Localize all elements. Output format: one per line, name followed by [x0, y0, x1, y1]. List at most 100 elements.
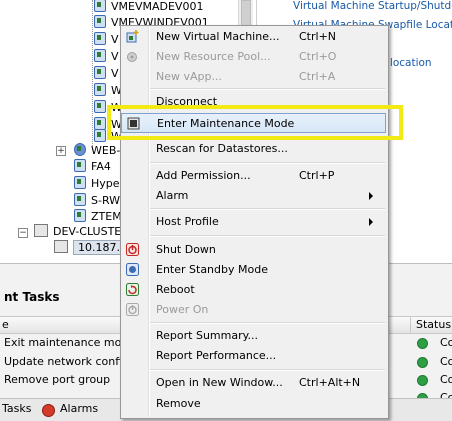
menu-item-new-virtual-machine[interactable]: New Virtual Machine... Ctrl+N [121, 27, 386, 47]
tree-item-label: FA4 [91, 160, 111, 173]
menu-item-add-permission[interactable]: Add Permission... Ctrl+P [121, 166, 386, 186]
menu-item-report-performance[interactable]: Report Performance... [121, 346, 386, 366]
menu-item-shortcut: Ctrl+Alt+N [299, 376, 361, 389]
menu-item-label: Power On [156, 303, 209, 316]
highlight-box [107, 105, 403, 140]
menu-item-label: Alarm [156, 189, 189, 202]
tree-item-label: S-RW [91, 194, 121, 207]
menu-separator [150, 369, 385, 371]
menu-item-shortcut: Ctrl+N [299, 30, 337, 43]
tree-item-vm[interactable]: FA4 [74, 158, 111, 176]
tree-item-vm[interactable]: W [94, 82, 122, 100]
standby-icon [126, 263, 139, 276]
tree-item-label: Hype [91, 177, 120, 190]
task-status: Co [440, 355, 452, 368]
completed-icon [417, 338, 428, 349]
menu-item-label: New Resource Pool... [156, 50, 271, 63]
tree-item-vm[interactable]: V [94, 65, 119, 83]
vm-icon [74, 159, 86, 172]
menu-item-enter-standby-mode[interactable]: Enter Standby Mode [121, 260, 386, 280]
vm-icon [74, 209, 86, 222]
completed-icon [417, 357, 428, 368]
menu-item-host-profile[interactable]: Host Profile [121, 212, 386, 232]
menu-item-remove[interactable]: Remove [121, 394, 386, 414]
menu-item-label: Add Permission... [156, 169, 251, 182]
menu-separator [150, 322, 385, 324]
menu-item-alarm[interactable]: Alarm [121, 186, 386, 206]
menu-item-label: Reboot [156, 283, 195, 296]
vm-icon [94, 100, 106, 113]
menu-separator [150, 235, 385, 237]
menu-item-label: Enter Standby Mode [156, 263, 268, 276]
reboot-icon [126, 283, 139, 296]
task-name: Remove port group [4, 373, 111, 386]
tree-item-label: V [111, 33, 119, 46]
vm-icon [94, 0, 106, 12]
recent-tasks-title: nt Tasks [4, 290, 60, 304]
tree-item-label: DEV-CLUSTE [53, 225, 122, 238]
vm-icon [94, 129, 106, 142]
globe-icon [74, 143, 86, 156]
column-divider [410, 317, 411, 333]
menu-item-shortcut: Ctrl+A [299, 70, 336, 83]
submenu-arrow-icon [369, 218, 373, 226]
power-on-icon [126, 303, 139, 316]
tree-item-label: V [111, 67, 119, 80]
tree-item-vm[interactable]: V [94, 31, 119, 49]
host-icon [54, 240, 68, 253]
new-vm-icon [126, 30, 139, 43]
column-header-name[interactable]: e [2, 318, 9, 331]
menu-item-reboot[interactable]: Reboot [121, 280, 386, 300]
menu-item-shortcut: Ctrl+O [299, 50, 337, 63]
menu-item-label: New Virtual Machine... [156, 30, 280, 43]
allocation-link[interactable]: llocation [387, 57, 432, 69]
menu-item-shut-down[interactable]: Shut Down [121, 240, 386, 260]
menu-item-new-resource-pool[interactable]: New Resource Pool... Ctrl+O [121, 47, 386, 67]
vm-icon [94, 49, 106, 62]
menu-item-label: Report Summary... [156, 329, 259, 342]
menu-item-label: Shut Down [156, 243, 216, 256]
column-header-status[interactable]: Status [416, 318, 451, 331]
task-name: Update network config [4, 355, 130, 368]
vm-icon [94, 66, 106, 79]
tab-tasks[interactable]: Tasks [2, 402, 31, 415]
startup-shutdown-link[interactable]: Virtual Machine Startup/Shutdow [293, 0, 452, 12]
menu-item-label: Host Profile [156, 215, 219, 228]
tree-item-label: V [111, 50, 119, 63]
menu-item-label: New vApp... [156, 70, 222, 83]
menu-item-open-new-window[interactable]: Open in New Window... Ctrl+Alt+N [121, 373, 386, 393]
vm-icon [94, 83, 106, 96]
menu-item-report-summary[interactable]: Report Summary... [121, 326, 386, 346]
tree-item-label: VMEVMADEV001 [111, 0, 204, 13]
tree-collapse-toggle[interactable]: − [18, 228, 28, 238]
cluster-icon [34, 224, 48, 237]
menu-item-label: Remove [156, 397, 201, 410]
task-name: Exit maintenance mode [4, 336, 136, 349]
menu-separator [150, 162, 385, 164]
alarm-icon [42, 404, 55, 417]
menu-item-new-vapp[interactable]: New vApp... Ctrl+A [121, 67, 386, 87]
menu-item-shortcut: Ctrl+P [299, 169, 335, 182]
menu-item-label: Open in New Window... [156, 376, 283, 389]
menu-separator [150, 208, 385, 210]
tree-item-label: WEB- [91, 144, 121, 157]
tree-item-label: ZTEM [91, 210, 122, 223]
tree-item-vm[interactable]: V [94, 48, 119, 66]
tab-alarms[interactable]: Alarms [60, 402, 98, 415]
vm-icon [74, 176, 86, 189]
menu-item-label: Rescan for Datastores... [156, 142, 288, 155]
vm-icon [74, 193, 86, 206]
menu-separator [150, 88, 385, 90]
shutdown-icon [126, 243, 139, 256]
menu-item-power-on[interactable]: Power On [121, 300, 386, 320]
menu-item-rescan-datastores[interactable]: Rescan for Datastores... [121, 139, 386, 159]
task-status: Co [440, 336, 452, 349]
vm-icon [94, 32, 106, 45]
task-status: Co [440, 373, 452, 386]
resource-pool-icon [127, 52, 137, 62]
tree-item-vm[interactable]: Hype [74, 175, 120, 193]
submenu-arrow-icon [369, 192, 373, 200]
tree-expand-toggle[interactable]: + [56, 146, 66, 156]
completed-icon [417, 375, 428, 386]
vm-icon [94, 15, 106, 28]
